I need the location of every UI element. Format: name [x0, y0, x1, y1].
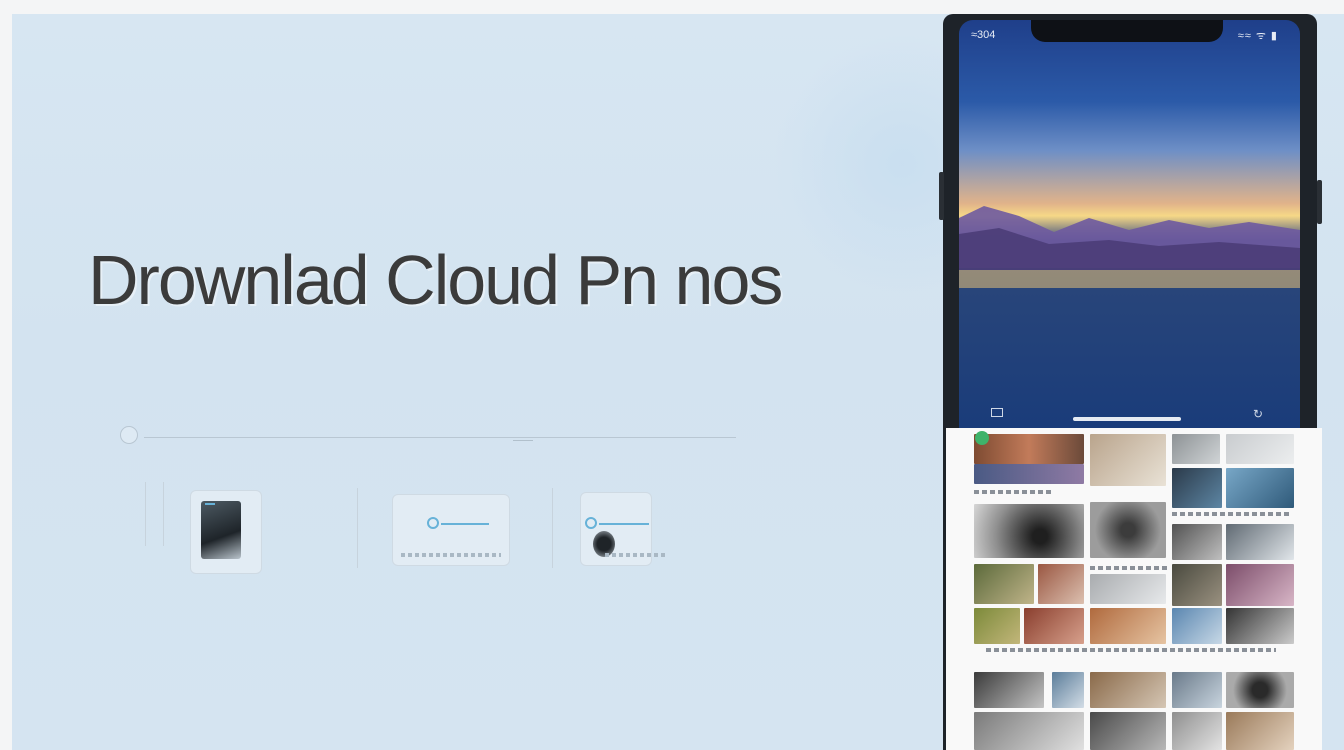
sync-line	[441, 523, 489, 525]
gallery-thumb[interactable]	[1090, 608, 1166, 644]
gallery-caption	[1172, 512, 1292, 516]
gallery-thumb[interactable]	[1090, 672, 1166, 708]
photo-gallery[interactable]	[946, 428, 1322, 750]
gallery-thumb[interactable]	[1172, 524, 1222, 560]
gallery-thumb[interactable]	[974, 564, 1034, 604]
gallery-thumb[interactable]	[974, 608, 1020, 644]
home-indicator[interactable]	[1073, 417, 1181, 421]
status-icons: ≈≈ ᯤ ▮	[1237, 30, 1278, 42]
gallery-thumb[interactable]	[1052, 672, 1084, 708]
gallery-thumb[interactable]	[1172, 672, 1222, 708]
gallery-caption	[986, 648, 1276, 652]
gallery-caption	[974, 490, 1054, 494]
gallery-thumb[interactable]	[1172, 468, 1222, 508]
gallery-thumb[interactable]	[1038, 564, 1084, 604]
status-time: ≈304	[971, 29, 996, 41]
gallery-thumb[interactable]	[1172, 564, 1222, 606]
gallery-thumb[interactable]	[1226, 468, 1294, 508]
gallery-thumb[interactable]	[1226, 564, 1294, 606]
card-photo	[201, 501, 241, 559]
divider	[357, 488, 358, 568]
gallery-caption	[1090, 566, 1170, 570]
sync-caption	[401, 553, 501, 557]
gallery-thumb[interactable]	[974, 464, 1084, 484]
headline: Drownlad Cloud Pn nos	[88, 241, 783, 319]
card-accent	[205, 503, 215, 505]
gallery-thumb[interactable]	[974, 504, 1084, 558]
divider	[145, 482, 146, 546]
sync-node-icon	[427, 517, 439, 529]
gallery-thumb[interactable]	[1172, 712, 1222, 750]
mountain-wallpaper	[959, 206, 1300, 288]
gallery-thumb[interactable]	[1090, 574, 1166, 604]
phone-caption	[605, 553, 665, 557]
gallery-thumb[interactable]	[1226, 608, 1294, 644]
slider-marker	[513, 432, 533, 441]
phone-screen[interactable]: ≈304 ≈≈ ᯤ ▮ ↻	[959, 20, 1300, 428]
gallery-thumb[interactable]	[1226, 672, 1294, 708]
gallery-thumb[interactable]	[1090, 712, 1166, 750]
gallery-thumb[interactable]	[1226, 434, 1294, 464]
phone-card-icon[interactable]	[580, 492, 665, 566]
slider-track	[144, 437, 736, 438]
app-icon[interactable]	[975, 431, 989, 445]
progress-slider[interactable]	[120, 424, 740, 446]
slider-knob-icon[interactable]	[120, 426, 138, 444]
phone-side-button	[939, 172, 944, 220]
gallery-thumb[interactable]	[1226, 712, 1294, 750]
phone-side-button	[1317, 180, 1322, 224]
gallery-thumb[interactable]	[974, 672, 1044, 708]
refresh-icon[interactable]: ↻	[1253, 407, 1263, 421]
gallery-thumb[interactable]	[974, 434, 1084, 464]
gallery-thumb[interactable]	[1090, 502, 1166, 558]
photo-card-icon[interactable]	[190, 490, 262, 574]
phone-notch	[1031, 20, 1223, 42]
gallery-thumb[interactable]	[1172, 434, 1220, 464]
gallery-thumb[interactable]	[1172, 608, 1222, 644]
phone-line	[599, 523, 649, 525]
phone-node-icon	[585, 517, 597, 529]
divider	[163, 482, 164, 546]
gallery-thumb[interactable]	[974, 712, 1084, 750]
gallery-thumb[interactable]	[1090, 434, 1166, 486]
gallery-thumb[interactable]	[1024, 608, 1084, 644]
divider	[552, 488, 553, 568]
screen-left-icon[interactable]	[991, 408, 1003, 417]
sync-card-icon[interactable]	[392, 494, 510, 566]
gallery-thumb[interactable]	[1226, 524, 1294, 560]
